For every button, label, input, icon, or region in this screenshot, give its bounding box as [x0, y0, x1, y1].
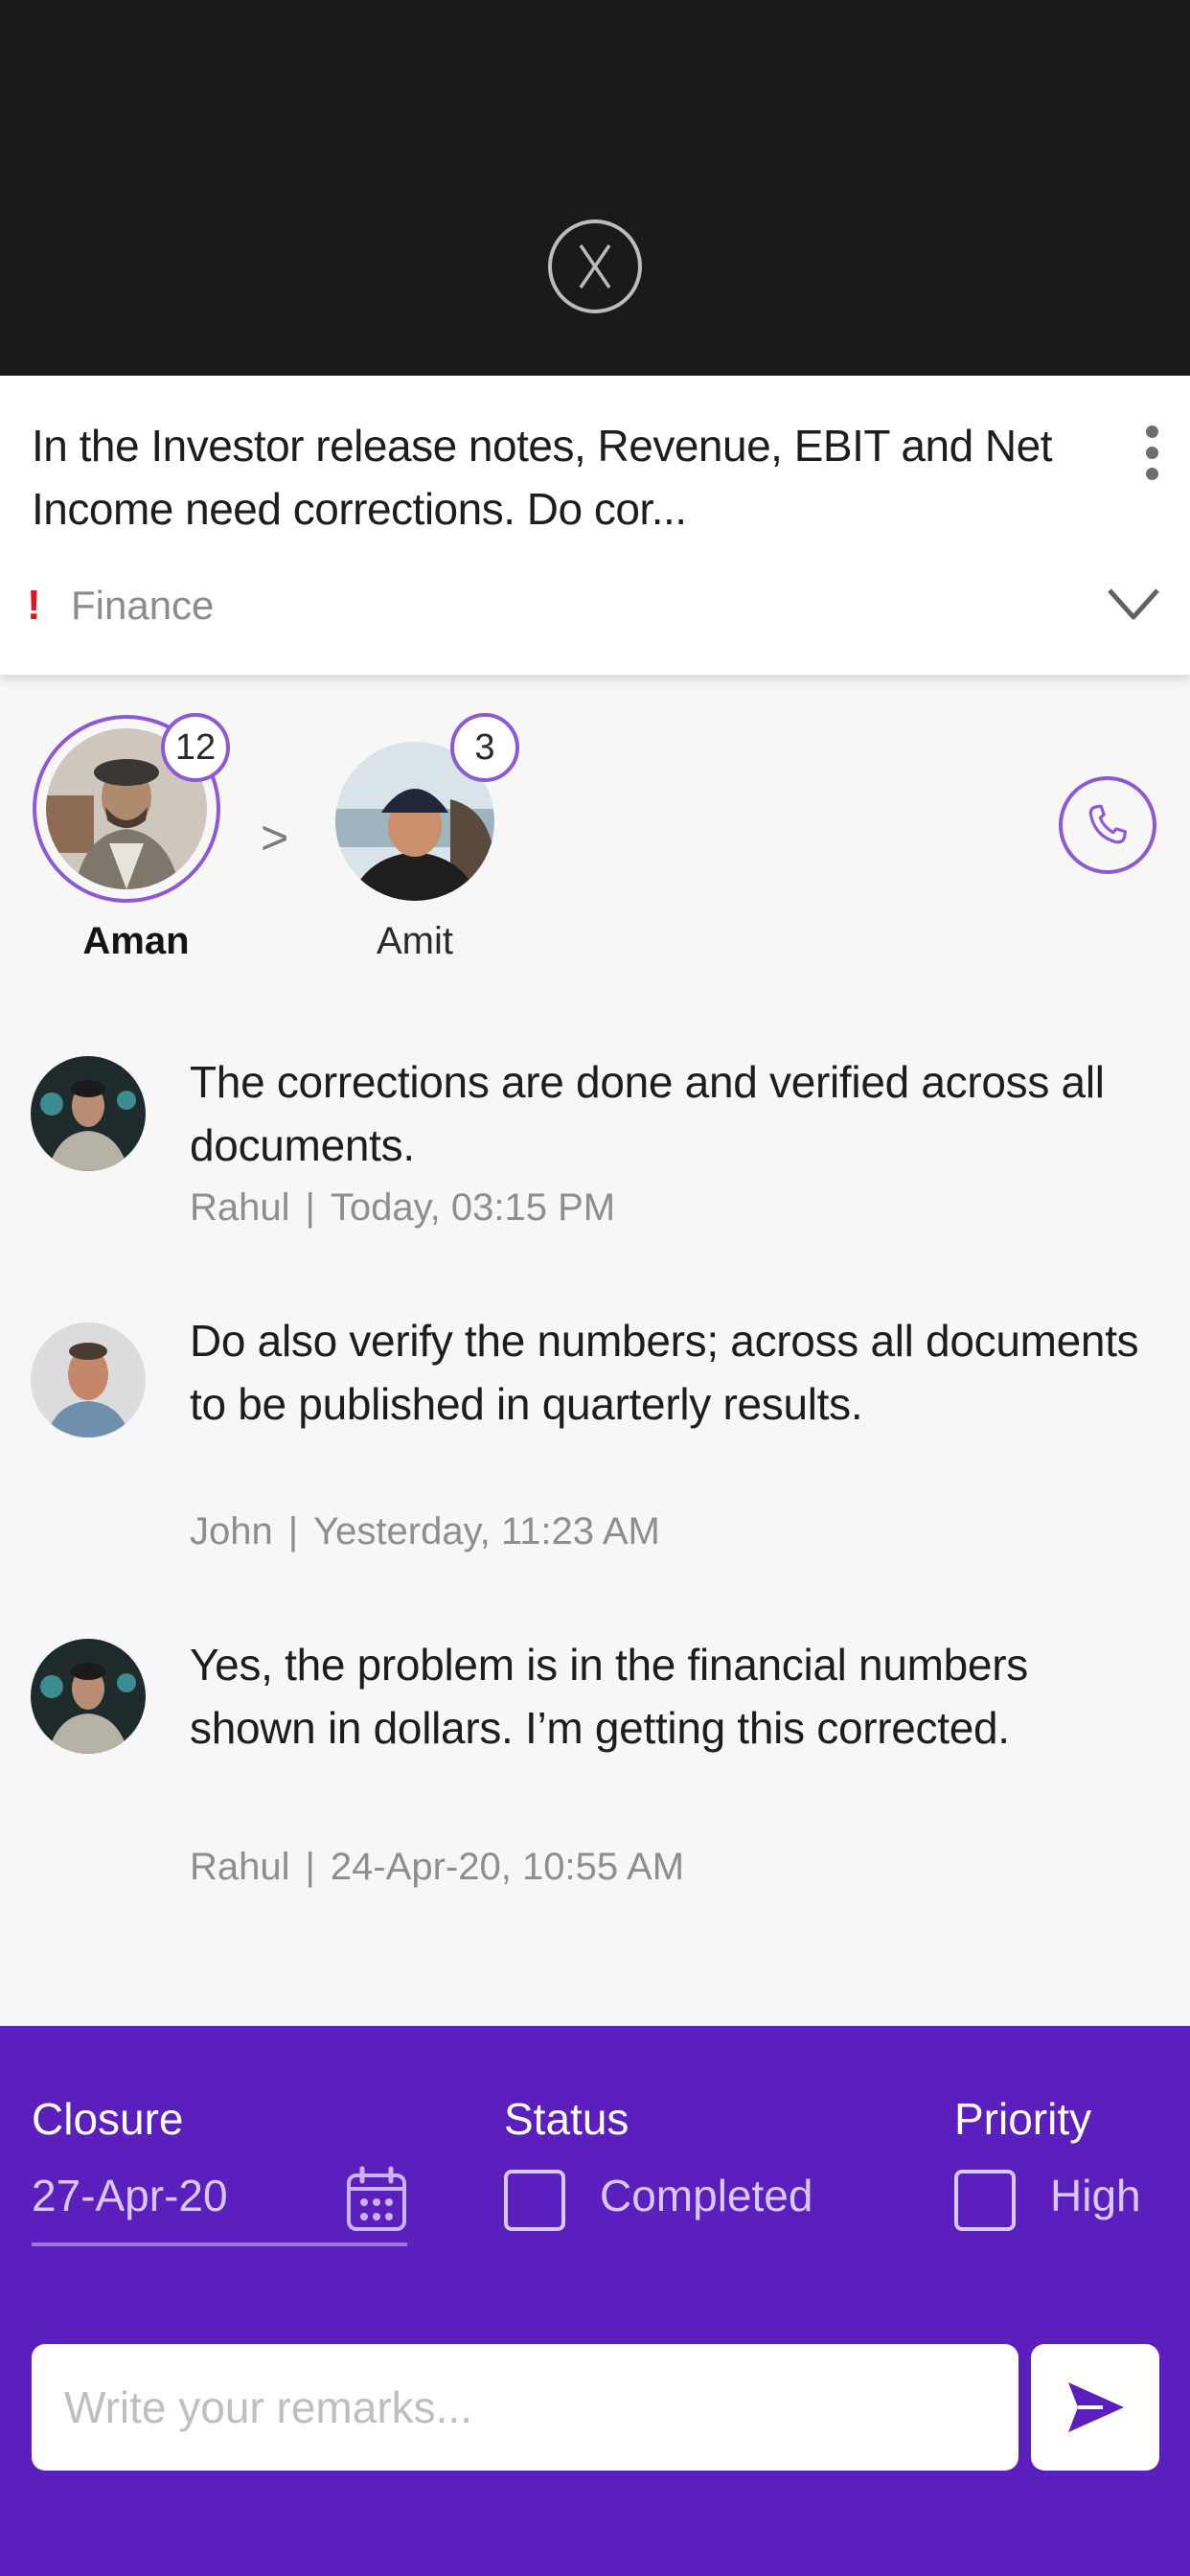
closure-date-field[interactable]: 27-Apr-20 [32, 2170, 228, 2221]
comment-author: John [190, 1510, 273, 1552]
chevron-right-icon: > [261, 811, 289, 864]
dim-overlay [0, 0, 1190, 376]
message-count-badge: 3 [450, 713, 519, 782]
kebab-dot [1145, 447, 1158, 459]
completed-option-label[interactable]: Completed [600, 2170, 812, 2221]
phone-icon [1088, 804, 1128, 844]
high-priority-checkbox[interactable] [954, 2170, 1016, 2231]
comment-text: Yes, the problem is in the financial num… [190, 1640, 1028, 1753]
comment-time: Yesterday, 11:23 AM [313, 1510, 660, 1552]
comment-time: 24-Apr-20, 10:55 AM [330, 1846, 685, 1888]
assignee-name: Amit [377, 920, 453, 962]
calendar-icon [347, 2166, 406, 2231]
alert-icon: ! [27, 582, 41, 629]
date-underline [32, 2242, 407, 2246]
send-icon [1068, 2382, 1124, 2432]
category-row: ! Finance [27, 577, 214, 634]
comment-text: The corrections are done and verified ac… [190, 1057, 1105, 1170]
separator: | [287, 1510, 299, 1552]
remarks-input[interactable] [32, 2344, 1018, 2471]
close-button[interactable] [547, 218, 643, 314]
assignee-name: Aman [82, 920, 190, 962]
date-picker-button[interactable] [345, 2166, 408, 2233]
status-label: Status [504, 2094, 629, 2144]
avatar [31, 1322, 146, 1438]
separator: | [305, 1186, 315, 1229]
comment-author: Rahul [190, 1846, 290, 1888]
comment-author: Rahul [190, 1186, 290, 1229]
expand-button[interactable] [1106, 585, 1161, 623]
send-button[interactable] [1031, 2344, 1159, 2471]
message-count-badge: 12 [161, 713, 230, 782]
high-option-label[interactable]: High [1050, 2170, 1141, 2221]
call-button[interactable] [1059, 776, 1156, 874]
separator: | [305, 1846, 315, 1888]
avatar [31, 1639, 146, 1754]
closure-label: Closure [32, 2094, 184, 2144]
assignee-flow: 12 Aman > 3 Amit [0, 709, 1190, 987]
action-panel: Closure 27-Apr-20 Status Completed Prior… [0, 2026, 1190, 2576]
assignee-amit[interactable]: 3 [335, 713, 537, 905]
more-options-button[interactable] [1131, 426, 1173, 493]
task-card: In the Investor release notes, Revenue, … [0, 376, 1190, 675]
comment-time: Today, 03:15 PM [330, 1186, 616, 1229]
category-label: Finance [71, 583, 215, 628]
comment-text: Do also verify the numbers; across all d… [190, 1316, 1139, 1429]
comment-meta: Rahul | Today, 03:15 PM [190, 1186, 615, 1230]
priority-label: Priority [954, 2094, 1092, 2144]
circle-x-icon [548, 219, 642, 313]
chevron-down-icon [1108, 588, 1159, 620]
comment-meta: John | Yesterday, 11:23 AM [190, 1510, 660, 1553]
kebab-dot [1145, 468, 1158, 480]
avatar [31, 1056, 146, 1171]
kebab-icon [1145, 426, 1158, 438]
task-description[interactable]: In the Investor release notes, Revenue, … [32, 414, 1066, 540]
comment-meta: Rahul | 24-Apr-20, 10:55 AM [190, 1846, 684, 1889]
completed-checkbox[interactable] [504, 2170, 565, 2231]
assignee-aman[interactable]: 12 [31, 713, 230, 905]
